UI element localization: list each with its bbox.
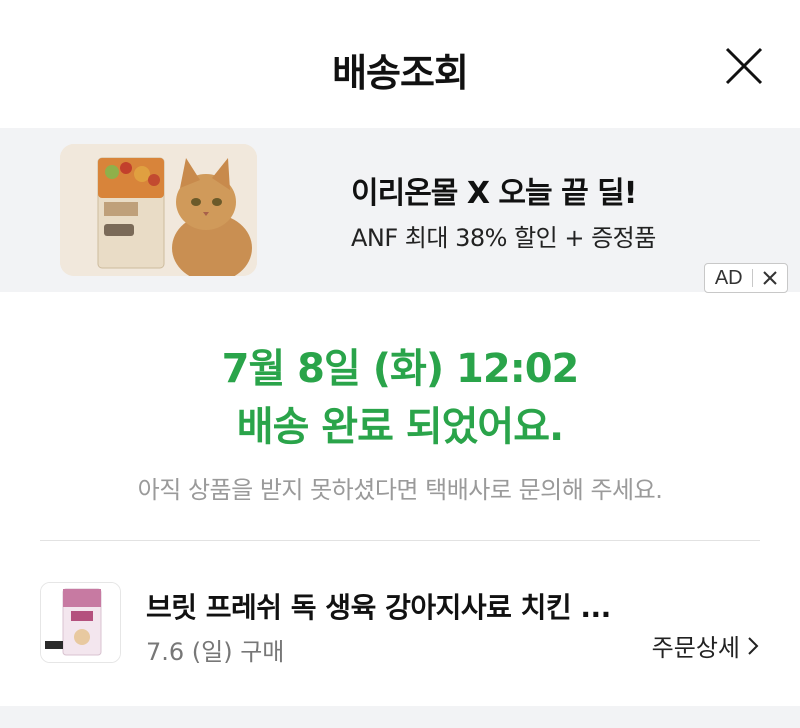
bottom-band <box>0 706 800 728</box>
ad-headline: 이리온몰 X 오늘 끝 딜! <box>351 176 637 211</box>
delivery-note: 아직 상품을 받지 못하셨다면 택배사로 문의해 주세요. <box>137 476 663 504</box>
page-title: 배송조회 <box>332 51 469 95</box>
ad-label: AD <box>714 266 743 289</box>
order-item: 브릿 프레쉬 독 생육 강아지사료 치킨 ... 7.6 (일) 구매 주문상세 <box>40 580 760 670</box>
close-icon[interactable] <box>722 44 766 88</box>
divider <box>40 540 760 541</box>
ad-badge: AD <box>704 263 788 293</box>
chevron-right-icon <box>748 636 759 655</box>
header: 배송조회 <box>0 0 800 128</box>
product-name: 브릿 프레쉬 독 생육 강아지사료 치킨 ... <box>146 591 611 624</box>
order-detail-label: 주문상세 <box>651 634 740 662</box>
close-icon[interactable] <box>753 264 787 292</box>
delivery-complete-message: 배송 완료 되었어요. <box>236 404 564 450</box>
delivery-datetime: 7월 8일 (화) 12:02 <box>221 346 580 392</box>
order-detail-link[interactable]: 주문상세 <box>652 628 760 663</box>
purchase-date: 7.6 (일) 구매 <box>146 638 285 666</box>
product-image <box>40 582 121 663</box>
ad-banner[interactable]: 이리온몰 X 오늘 끝 딜! ANF 최대 38% 할인 + 증정품 AD <box>0 128 800 293</box>
ad-image <box>60 144 257 276</box>
ad-subtitle: ANF 최대 38% 할인 + 증정품 <box>351 224 656 252</box>
delivery-status: 7월 8일 (화) 12:02 배송 완료 되었어요. 아직 상품을 받지 못하… <box>0 340 800 505</box>
